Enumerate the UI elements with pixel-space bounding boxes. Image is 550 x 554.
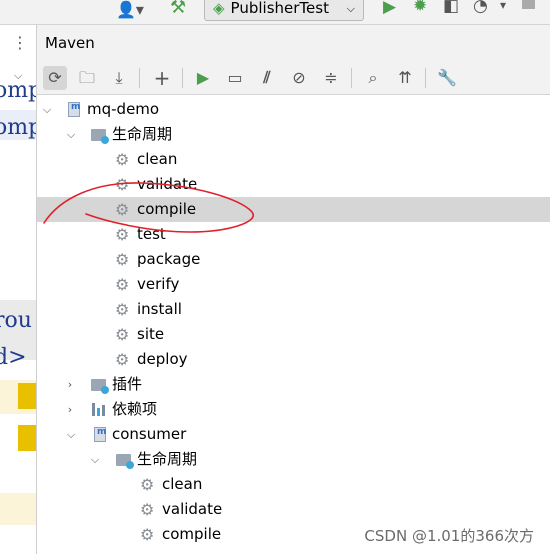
watermark: CSDN @1.01的366次方 xyxy=(364,527,534,545)
red-annotation-circle xyxy=(43,182,255,233)
